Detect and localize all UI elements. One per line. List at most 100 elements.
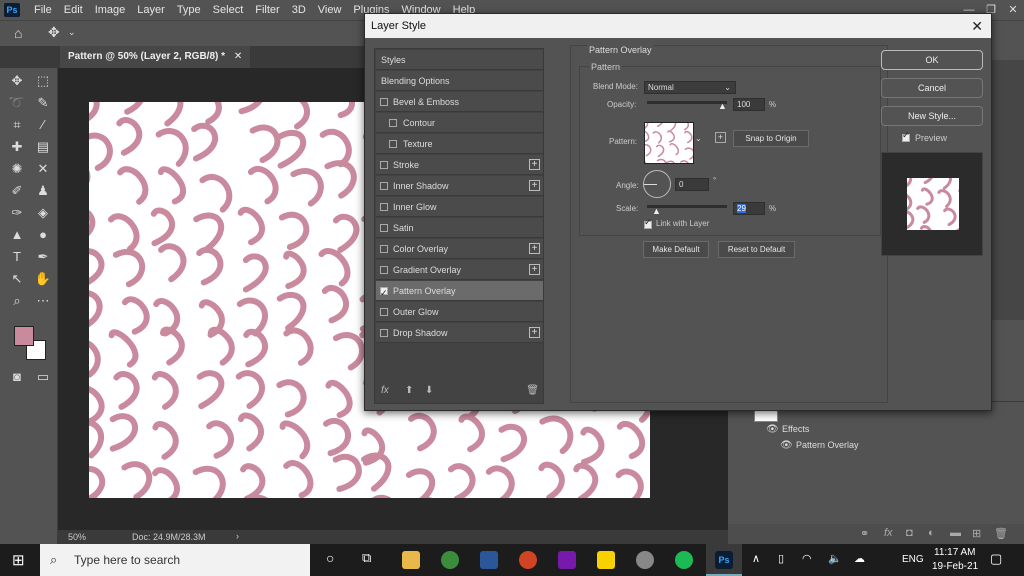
language-indicator[interactable]: ENG [902, 554, 924, 565]
style-checkbox[interactable] [380, 245, 388, 253]
style-row-color-overlay[interactable]: Color Overlay + [376, 239, 543, 259]
eye-icon[interactable]: 👁 [766, 424, 779, 435]
opacity-slider-handle[interactable]: ▲ [718, 101, 727, 111]
content-aware-icon[interactable]: ✺ [8, 160, 26, 178]
preview-checkbox[interactable] [902, 130, 910, 142]
close-icon[interactable]: ✕ [971, 14, 983, 38]
scale-input[interactable]: 29 [733, 202, 765, 215]
style-checkbox[interactable] [380, 329, 388, 337]
cortana-icon[interactable]: ○ [326, 550, 334, 566]
onedrive-icon[interactable]: ☁ [854, 552, 865, 565]
mask-icon[interactable]: ◘ [906, 527, 913, 539]
menu-3d[interactable]: 3D [286, 4, 312, 16]
angle-dial[interactable] [643, 170, 671, 198]
brush-tool-icon[interactable]: ✐ [8, 182, 26, 200]
menu-file[interactable]: File [28, 4, 58, 16]
spotify-icon[interactable] [675, 551, 693, 569]
blur-tool-icon[interactable]: ● [34, 226, 52, 244]
style-row-bevel-emboss[interactable]: Bevel & Emboss [376, 92, 543, 112]
style-checkbox[interactable] [380, 182, 388, 190]
close-icon[interactable]: ✕ [1002, 0, 1024, 20]
pen-tool-icon[interactable]: ✒ [34, 248, 52, 266]
crop-tool-icon[interactable]: ⌗ [8, 116, 26, 134]
patch-tool-icon[interactable]: ▤ [34, 138, 52, 156]
menu-type[interactable]: Type [171, 4, 207, 16]
menu-view[interactable]: View [312, 4, 348, 16]
onenote-icon[interactable] [558, 551, 576, 569]
style-checkbox[interactable] [380, 98, 388, 106]
menu-edit[interactable]: Edit [58, 4, 89, 16]
menu-filter[interactable]: Filter [249, 4, 285, 16]
snipping-tool-icon[interactable] [636, 551, 654, 569]
clock-date[interactable]: 19-Feb-21 [932, 561, 978, 572]
new-layer-icon[interactable]: ⊞ [972, 527, 981, 540]
volume-icon[interactable]: 🔈 [828, 552, 842, 565]
battery-icon[interactable]: ▯ [778, 552, 784, 565]
hand-tool-icon[interactable]: ✋ [34, 270, 52, 288]
photoshop-taskbar-button[interactable]: Ps [706, 544, 742, 576]
blend-mode-select[interactable]: Normal ⌄ [644, 81, 736, 94]
sticky-notes-icon[interactable] [597, 551, 615, 569]
add-effect-icon[interactable]: + [529, 327, 540, 338]
opacity-slider-track[interactable] [647, 101, 727, 104]
task-view-icon[interactable]: ⧉ [362, 550, 371, 566]
style-row-stroke[interactable]: Stroke + [376, 155, 543, 175]
snap-to-origin-button[interactable]: Snap to Origin [733, 130, 809, 147]
pattern-swatch-preview[interactable] [644, 122, 694, 164]
lasso-tool-icon[interactable]: ➰ [8, 94, 26, 112]
style-checkbox[interactable] [380, 161, 388, 169]
path-select-icon[interactable]: ↖ [8, 270, 26, 288]
history-brush-icon[interactable]: ✑ [8, 204, 26, 222]
arrow-up-icon[interactable]: ⬆ [405, 385, 413, 396]
screen-mode-icon[interactable]: ▭ [34, 368, 52, 386]
style-row-blending-options[interactable]: Blending Options [376, 71, 543, 91]
more-tools-icon[interactable]: ⋯ [34, 292, 52, 310]
gradient-tool-icon[interactable]: ▲ [8, 226, 26, 244]
wifi-icon[interactable]: ◠ [802, 552, 812, 565]
style-row-pattern-overlay[interactable]: Pattern Overlay [376, 281, 543, 303]
group-icon[interactable]: ▬ [950, 527, 961, 539]
menu-image[interactable]: Image [89, 4, 132, 16]
red-eye-icon[interactable]: ✕ [34, 160, 52, 178]
notifications-icon[interactable]: ▢ [990, 551, 1002, 567]
fx-icon[interactable]: fx [884, 527, 893, 539]
fx-icon[interactable]: fx [381, 385, 389, 396]
clock-time[interactable]: 11:17 AM [934, 547, 976, 558]
zoom-level[interactable]: 50% [68, 532, 86, 542]
scale-slider-handle[interactable]: ▲ [652, 206, 661, 216]
healing-brush-icon[interactable]: ✚ [8, 138, 26, 156]
quick-select-icon[interactable]: ✎ [34, 94, 52, 112]
ok-button[interactable]: OK [881, 50, 983, 70]
taskbar-search[interactable]: ⌕ Type here to search [40, 544, 310, 576]
home-icon[interactable]: ⌂ [14, 25, 22, 41]
move-tool-icon[interactable]: ✥ [8, 72, 26, 90]
style-row-gradient-overlay[interactable]: Gradient Overlay + [376, 260, 543, 280]
menu-select[interactable]: Select [207, 4, 250, 16]
new-style-button[interactable]: New Style... [881, 106, 983, 126]
style-row-drop-shadow[interactable]: Drop Shadow + [376, 323, 543, 343]
link-layers-icon[interactable]: ⚭ [860, 527, 869, 540]
opacity-input[interactable]: 100 [733, 98, 765, 111]
angle-input[interactable]: 0 [675, 178, 709, 191]
foreground-color-swatch[interactable] [14, 326, 34, 346]
chevron-down-icon[interactable]: ⌄ [68, 27, 76, 38]
eyedropper-icon[interactable]: ⁄ [34, 116, 52, 134]
document-tab[interactable]: Pattern @ 50% (Layer 2, RGB/8) * ✕ [60, 46, 251, 68]
eye-icon[interactable]: 👁 [780, 440, 793, 451]
style-checkbox[interactable] [380, 308, 388, 316]
file-explorer-icon[interactable] [402, 551, 420, 569]
style-row-styles[interactable]: Styles [376, 50, 543, 70]
style-row-texture[interactable]: Texture [376, 134, 543, 154]
new-preset-icon[interactable]: + [715, 132, 726, 143]
type-tool-icon[interactable]: T [8, 248, 26, 266]
style-row-inner-shadow[interactable]: Inner Shadow + [376, 176, 543, 196]
cancel-button[interactable]: Cancel [881, 78, 983, 98]
eraser-icon[interactable]: ◈ [34, 204, 52, 222]
style-checkbox[interactable] [389, 140, 397, 148]
chevron-up-icon[interactable]: ∧ [752, 552, 760, 565]
chevron-right-icon[interactable]: › [236, 531, 239, 541]
add-effect-icon[interactable]: + [529, 159, 540, 170]
effects-label[interactable]: Effects [782, 424, 809, 434]
make-default-button[interactable]: Make Default [643, 241, 709, 258]
marquee-tool-icon[interactable]: ⬚ [34, 72, 52, 90]
